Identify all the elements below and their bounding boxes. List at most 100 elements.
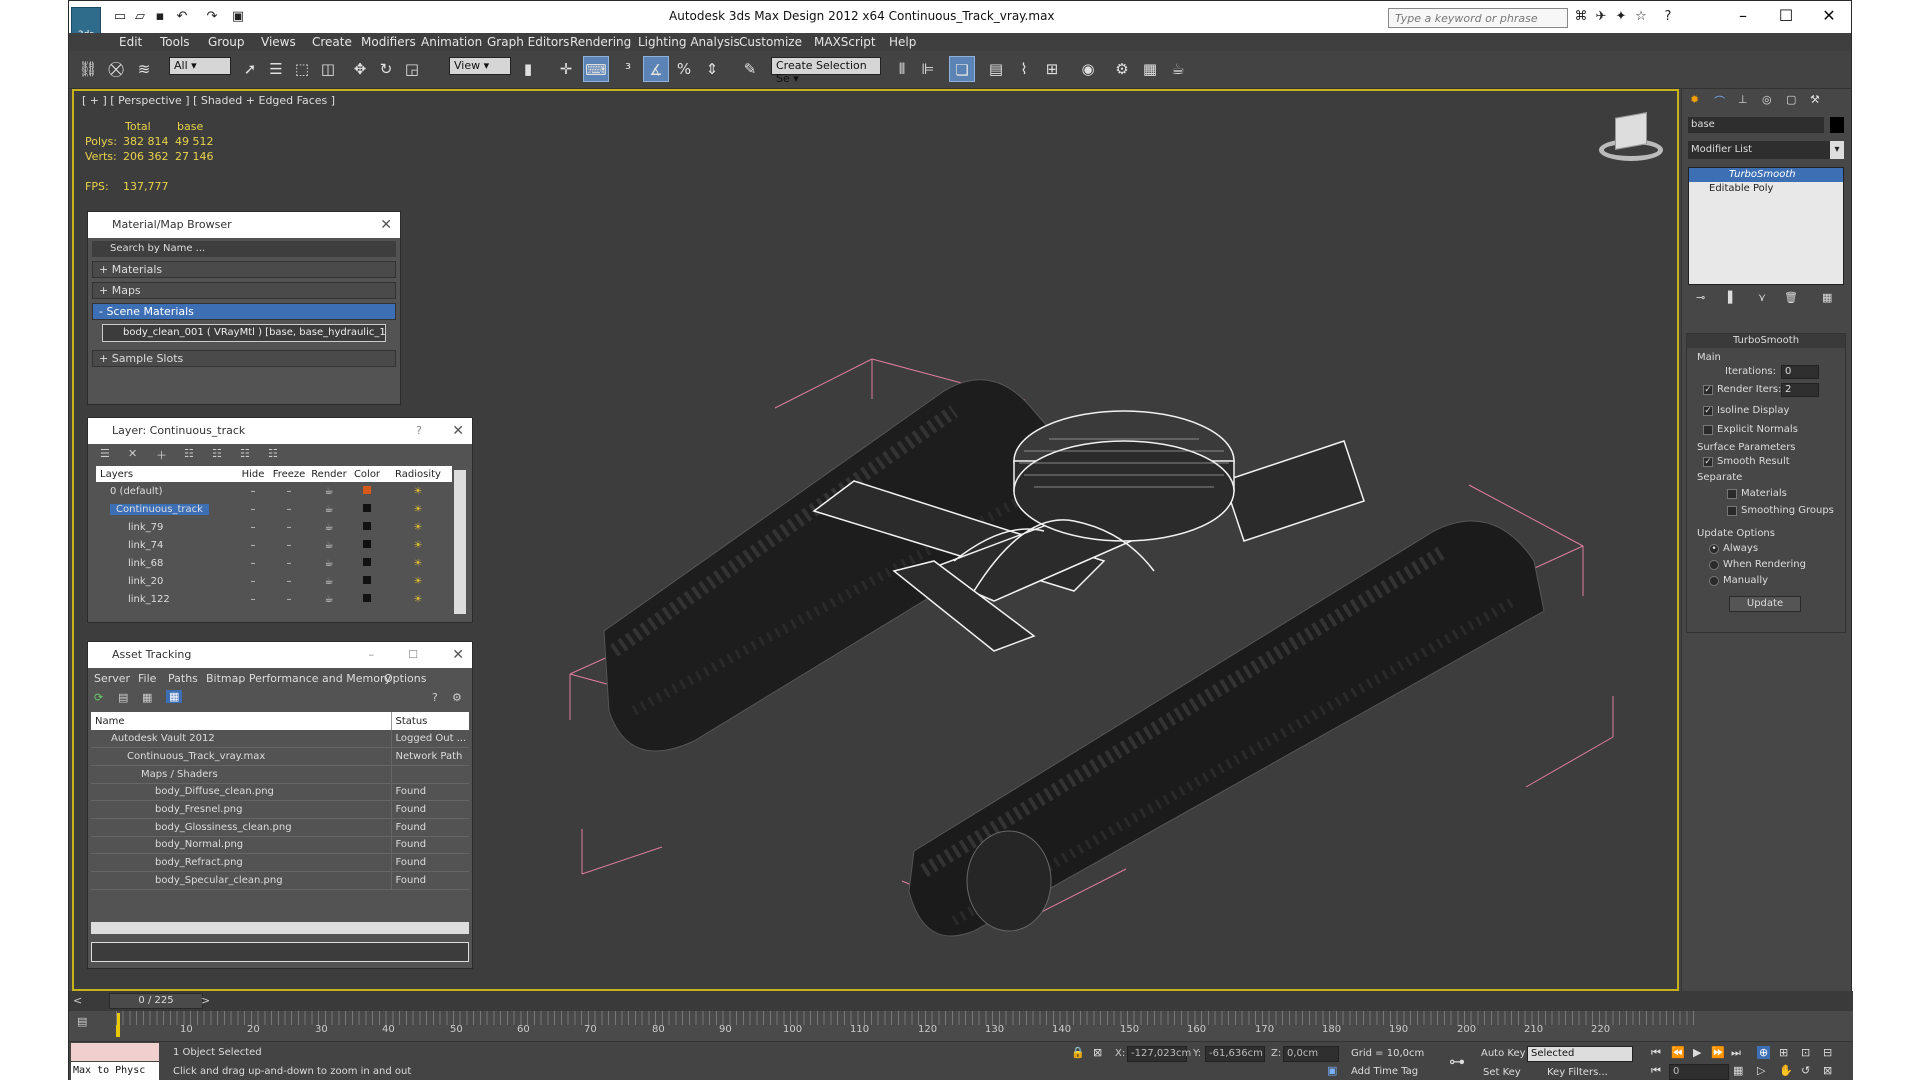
current-frame-field[interactable]: 0 xyxy=(1669,1064,1729,1080)
align-icon[interactable]: ⊫ xyxy=(915,56,941,82)
isoline-checkbox[interactable]: ✓ xyxy=(1703,406,1713,416)
col-status[interactable]: Status xyxy=(391,712,469,730)
play-icon[interactable]: ▶ xyxy=(1693,1046,1701,1059)
curve-editor-icon[interactable]: ⌇ xyxy=(1011,56,1037,82)
maxscript-listener-input[interactable]: Max to Physc xyxy=(71,1062,159,1080)
hide-toggle[interactable]: – xyxy=(236,482,270,500)
create-tab-icon[interactable]: ✹ xyxy=(1690,93,1699,106)
material-browser-header[interactable]: Material/Map Browser ✕ xyxy=(88,212,400,238)
modify-tab-icon[interactable]: ⌒ xyxy=(1714,93,1725,109)
update-button[interactable]: Update xyxy=(1729,596,1801,612)
freeze-toggle[interactable]: – xyxy=(270,536,308,554)
time-slider-next-icon[interactable]: > xyxy=(201,994,210,1007)
menu-create[interactable]: Create xyxy=(312,35,352,49)
smoothing-groups-checkbox[interactable] xyxy=(1727,506,1737,516)
asset-menu-bitmap[interactable]: Bitmap Performance and Memory xyxy=(206,672,391,685)
undo-icon[interactable]: ↶ xyxy=(173,8,191,26)
maps-group[interactable]: + Maps xyxy=(92,282,396,299)
render-teapot-icon[interactable]: ☕ xyxy=(308,482,350,500)
redo-icon[interactable]: ↷ xyxy=(203,8,221,26)
show-end-result-icon[interactable]: ▌ xyxy=(1728,291,1736,304)
minimize-icon[interactable]: – xyxy=(369,642,375,668)
set-key-button[interactable]: Set Key xyxy=(1483,1067,1521,1078)
render-production-icon[interactable]: ☕ xyxy=(1165,56,1191,82)
asset-row[interactable]: Autodesk Vault 2012 Logged Out ... xyxy=(91,730,469,748)
x-coordinate-field[interactable]: -127,023cm xyxy=(1127,1046,1191,1062)
freeze-toggle[interactable]: – xyxy=(270,482,308,500)
new-file-icon[interactable]: ▭ xyxy=(111,8,129,26)
time-slider[interactable]: < 0 / 225 > xyxy=(69,991,1853,1011)
window-crossing-icon[interactable]: ◫ xyxy=(315,56,341,82)
named-selection-dropdown[interactable]: Create Selection Se ▾ xyxy=(771,57,881,85)
maxscript-listener-pink[interactable] xyxy=(71,1043,159,1061)
asset-tracking-header[interactable]: Asset Tracking – ☐ ✕ xyxy=(88,642,472,668)
go-to-end-icon[interactable]: ⏭ xyxy=(1731,1046,1741,1060)
when-rendering-radio[interactable] xyxy=(1709,560,1719,570)
hide-toggle[interactable]: – xyxy=(236,536,270,554)
layer-color-swatch[interactable] xyxy=(363,557,371,566)
auto-key-button[interactable]: Auto Key xyxy=(1481,1048,1526,1059)
menu-group[interactable]: Group xyxy=(208,35,245,49)
display-tab-icon[interactable]: ▢ xyxy=(1786,93,1796,106)
layer-color-swatch[interactable] xyxy=(363,503,371,512)
add-to-layer-icon[interactable]: ＋ xyxy=(156,447,167,463)
time-config-icon[interactable]: ▦ xyxy=(1733,1064,1743,1077)
close-icon[interactable]: ✕ xyxy=(452,418,464,444)
radiosity-icon[interactable]: ☀ xyxy=(384,572,452,590)
stack-item-turbosmooth[interactable]: TurboSmooth xyxy=(1689,168,1843,182)
material-search-field[interactable]: Search by Name ... xyxy=(92,241,396,257)
track-bar[interactable]: ▤ 10 20 30 40 50 60 70 80 90 100 110 120… xyxy=(69,1011,1853,1041)
configure-sets-icon[interactable]: ▦ xyxy=(1822,291,1832,304)
render-teapot-icon[interactable]: ☕ xyxy=(308,500,350,518)
menu-animation[interactable]: Animation xyxy=(421,35,482,49)
materials-checkbox[interactable] xyxy=(1727,489,1737,499)
asset-row[interactable]: body_Glossiness_clean.png Found xyxy=(91,818,469,837)
bind-space-warp-icon[interactable]: ≋ xyxy=(131,56,157,82)
stack-item-editable-poly[interactable]: Editable Poly xyxy=(1689,182,1843,196)
asset-menu-paths[interactable]: Paths xyxy=(168,672,198,685)
col-freeze[interactable]: Freeze xyxy=(270,466,308,482)
col-name[interactable]: Name xyxy=(91,712,392,730)
layer-row[interactable]: 0 (default) – – ☕ ☀ xyxy=(96,482,452,500)
freeze-toggle[interactable]: – xyxy=(270,500,308,518)
move-icon[interactable]: ✥ xyxy=(347,56,373,82)
time-slider-prev-icon[interactable]: < xyxy=(73,994,82,1007)
pan-icon[interactable]: ✋ xyxy=(1779,1064,1793,1077)
help-search-input[interactable]: Type a keyword or phrase xyxy=(1388,8,1568,28)
create-layer-icon[interactable]: ☰ xyxy=(100,447,110,460)
add-time-tag[interactable]: Add Time Tag xyxy=(1351,1066,1418,1077)
materials-group[interactable]: + Materials xyxy=(92,261,396,278)
radiosity-icon[interactable]: ☀ xyxy=(384,590,452,608)
list-view-icon[interactable]: ▤ xyxy=(118,691,128,704)
object-name-field[interactable]: base xyxy=(1688,117,1824,133)
snaps-toggle-icon[interactable]: ³ xyxy=(615,56,641,82)
menu-help[interactable]: Help xyxy=(889,35,916,49)
asset-row[interactable]: body_Refract.png Found xyxy=(91,853,469,872)
render-teapot-icon[interactable]: ☕ xyxy=(308,572,350,590)
asset-row[interactable]: Maps / Shaders xyxy=(91,765,469,784)
freeze-all-icon[interactable]: ☷ xyxy=(268,447,278,460)
freeze-toggle[interactable]: – xyxy=(270,554,308,572)
render-teapot-icon[interactable]: ☕ xyxy=(308,536,350,554)
hide-toggle[interactable]: – xyxy=(236,518,270,536)
maximize-icon[interactable]: ☐ xyxy=(408,642,418,668)
layer-row[interactable]: link_79 – – ☕ ☀ xyxy=(96,518,452,536)
edit-named-selection-icon[interactable]: ✎ xyxy=(737,56,763,82)
z-coordinate-field[interactable]: 0,0cm xyxy=(1283,1046,1339,1062)
menu-customize[interactable]: Customize xyxy=(739,35,802,49)
subscription-icon[interactable]: ✈ xyxy=(1592,8,1610,26)
select-by-name-icon[interactable]: ☰ xyxy=(263,56,289,82)
key-mode-toggle-icon[interactable]: ⏮ xyxy=(1651,1064,1661,1078)
menu-maxscript[interactable]: MAXScript xyxy=(814,35,876,49)
asset-row[interactable]: body_Specular_clean.png Found xyxy=(91,871,469,890)
freeze-toggle[interactable]: – xyxy=(270,590,308,608)
asset-help-icon[interactable]: ? xyxy=(432,691,438,704)
motion-tab-icon[interactable]: ◎ xyxy=(1762,93,1772,106)
render-iters-checkbox[interactable]: ✓ xyxy=(1703,385,1713,395)
zoom-extents-icon[interactable]: ⊡ xyxy=(1801,1046,1810,1059)
select-manipulate-icon[interactable]: ✛ xyxy=(553,56,579,82)
menu-graph-editors[interactable]: Graph Editors xyxy=(487,35,569,49)
layer-row[interactable]: link_74 – – ☕ ☀ xyxy=(96,536,452,554)
time-slider-thumb[interactable]: 0 / 225 xyxy=(109,993,203,1009)
render-setup-icon[interactable]: ⚙ xyxy=(1109,56,1135,82)
